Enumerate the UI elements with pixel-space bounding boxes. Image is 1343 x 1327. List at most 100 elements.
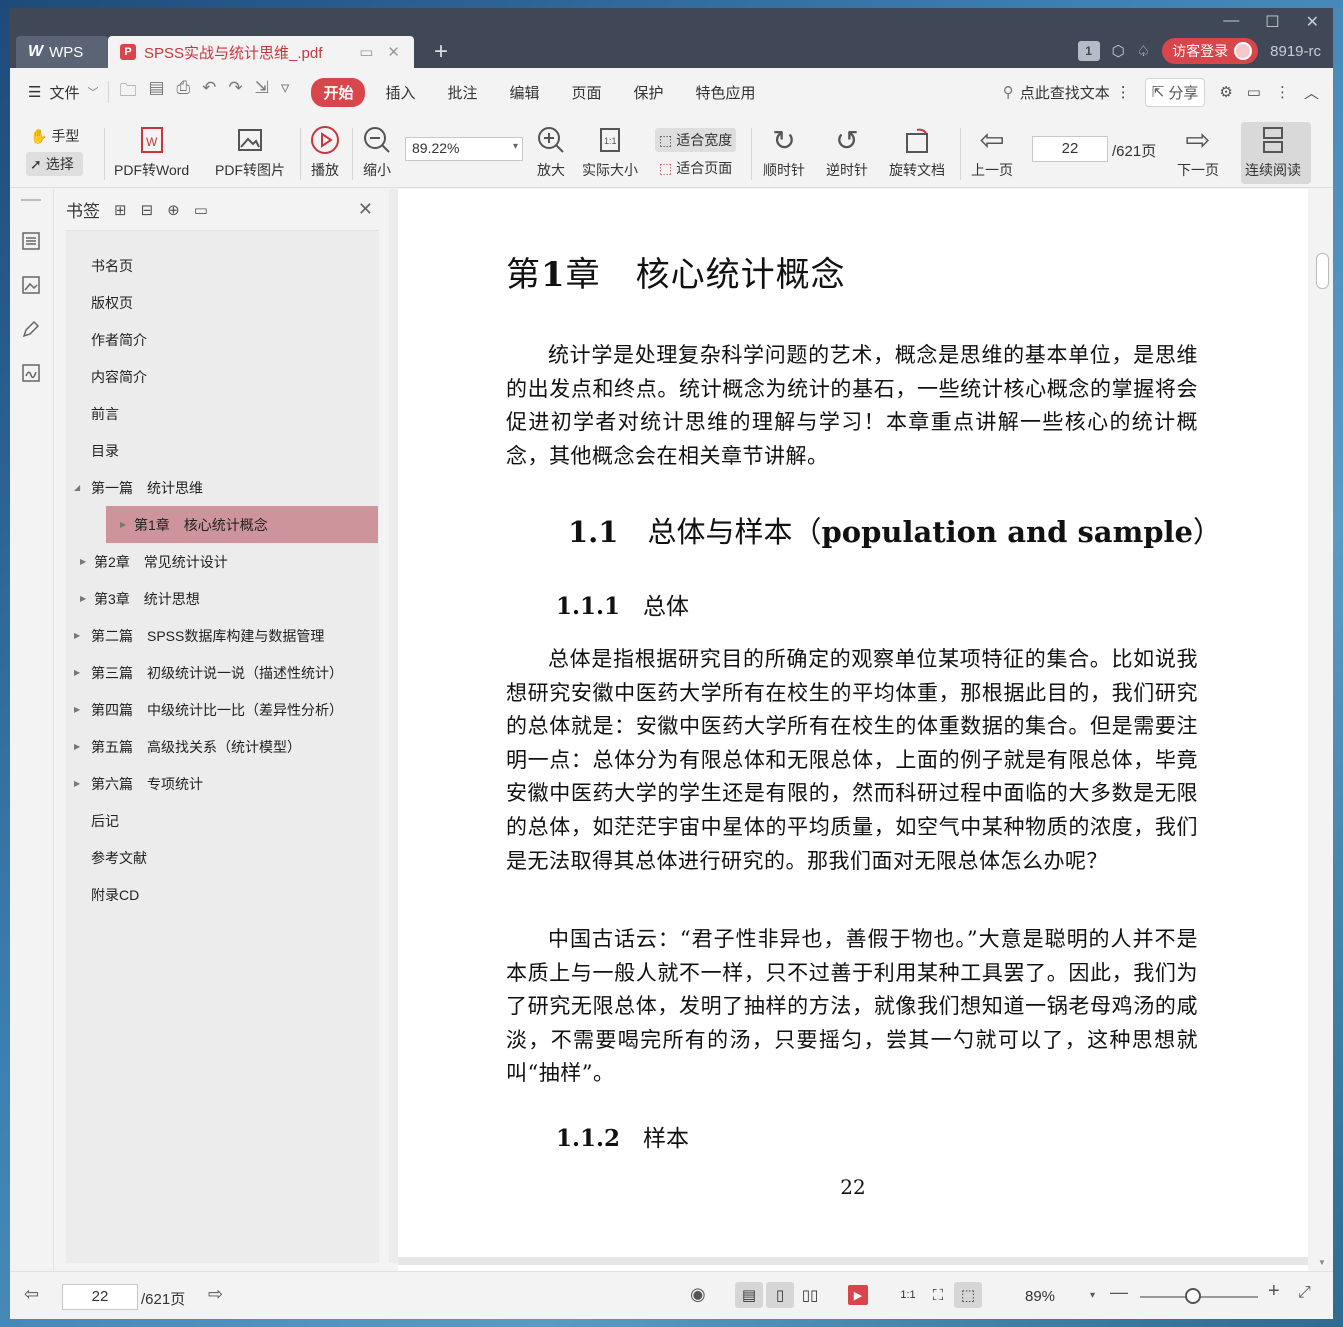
bookmark-item[interactable]: ◢ 第一篇 统计思维	[66, 469, 379, 506]
zoom-slider-knob[interactable]	[1185, 1288, 1202, 1304]
continuous-view-button[interactable]: ▤	[735, 1282, 763, 1308]
bookmark-item[interactable]: 版权页	[66, 284, 379, 321]
eye-protection-icon[interactable]: ◉	[690, 1284, 706, 1305]
close-window-icon[interactable]: ✕	[1306, 12, 1319, 32]
bookmark-item[interactable]: 作者简介	[66, 321, 379, 358]
bookmark-scrollbar[interactable]	[389, 189, 398, 1263]
zoom-out-button[interactable]: 缩小	[362, 124, 392, 180]
expand-all-icon[interactable]: ⊞	[114, 201, 127, 219]
maximize-icon[interactable]: ☐	[1265, 12, 1279, 32]
bookmark-item[interactable]: 后记	[66, 802, 379, 839]
single-page-button[interactable]: ▯	[766, 1282, 794, 1308]
zoom-in-button[interactable]: 放大	[536, 124, 566, 180]
file-menu[interactable]: ☰ 文件 ﹀	[28, 82, 98, 103]
close-tab-icon[interactable]: ✕	[387, 43, 400, 61]
bookmark-item[interactable]: ▶ 第六篇 专项统计	[66, 765, 379, 802]
fit-page-status-button[interactable]: ⛶	[924, 1282, 952, 1308]
gear-icon[interactable]: ⚙	[1219, 83, 1232, 101]
zoom-level-select[interactable]: 89.22% ▾	[405, 137, 523, 161]
undo-icon[interactable]: ↶	[202, 78, 216, 107]
play-slideshow-button[interactable]: ▶	[844, 1282, 872, 1308]
tab-protect[interactable]: 保护	[622, 78, 676, 107]
collapsed-arrow-icon[interactable]: ▶	[74, 779, 84, 788]
zoom-plus-icon[interactable]: +	[1268, 1280, 1280, 1303]
close-icon[interactable]: ✕	[358, 199, 373, 220]
status-page-input[interactable]: 22	[62, 1284, 138, 1310]
bookmark-panel-icon[interactable]	[21, 231, 41, 256]
bookmark-item[interactable]: ▶ 第二篇 SPSS数据库构建与数据管理	[66, 617, 379, 654]
bookmark-item[interactable]: 附录CD	[66, 876, 379, 913]
hand-tool-button[interactable]: ✋ 手型	[26, 124, 83, 148]
document-view[interactable]: 第1章 核心统计概念 统计学是处理复杂科学问题的艺术，概念是思维的基本单位，是思…	[398, 189, 1308, 1275]
bookmark-item[interactable]: ▶ 第1章 核心统计概念	[106, 506, 378, 543]
zoom-percentage[interactable]: 89%	[1025, 1288, 1055, 1305]
tab-page[interactable]: 页面	[560, 78, 614, 107]
collapsed-arrow-icon[interactable]: ▶	[120, 520, 130, 529]
export-icon[interactable]: ⇲	[255, 78, 269, 107]
add-bookmark-icon[interactable]: ⊕	[167, 201, 180, 219]
actual-size-button[interactable]: 1:1 实际大小	[582, 124, 638, 180]
bookmark-item[interactable]: 参考文献	[66, 839, 379, 876]
signature-panel-icon[interactable]	[21, 363, 41, 388]
prev-page-button[interactable]: ⇦ 上一页	[971, 124, 1013, 180]
find-text-search[interactable]: ⚲ 点此查找文本 ⋮	[1003, 82, 1131, 103]
bookmark-item[interactable]: ▶ 第三篇 初级统计说一说（描述性统计）	[66, 654, 379, 691]
thumbnail-panel-icon[interactable]	[21, 275, 41, 300]
scrollbar-thumb[interactable]	[1316, 253, 1329, 289]
collapsed-arrow-icon[interactable]: ▶	[80, 594, 90, 603]
bookmark-item[interactable]: 内容简介	[66, 358, 379, 395]
tab-document[interactable]: P SPSS实战与统计思维_.pdf ▭ ✕	[108, 36, 414, 68]
rotate-document-button[interactable]: 旋转文档	[889, 124, 945, 180]
comment-icon[interactable]: ▭	[1247, 83, 1261, 101]
actual-size-status-button[interactable]: 1:1	[894, 1282, 922, 1308]
document-scrollbar[interactable]: ▼	[1312, 189, 1333, 1271]
expanded-arrow-icon[interactable]: ◢	[74, 483, 84, 492]
tab-wps-home[interactable]: W WPS	[16, 36, 108, 68]
two-page-button[interactable]: ▯▯	[796, 1282, 824, 1308]
bookmark-item[interactable]: ▶ 第四篇 中级统计比一比（差异性分析）	[66, 691, 379, 728]
sync-icon[interactable]: ⬡	[1112, 42, 1125, 60]
collapsed-arrow-icon[interactable]: ▶	[74, 668, 84, 677]
guest-login-button[interactable]: 访客登录	[1162, 38, 1259, 64]
collapsed-arrow-icon[interactable]: ▶	[80, 557, 90, 566]
redo-icon[interactable]: ↷	[228, 78, 242, 107]
bookmark-item[interactable]: ▶ 第2章 常见统计设计	[66, 543, 379, 580]
pin-window-icon[interactable]: ▭	[359, 43, 373, 61]
tab-annotate[interactable]: 批注	[435, 78, 489, 107]
fullscreen-icon[interactable]: ⤢	[1298, 1284, 1311, 1302]
print-icon[interactable]: ⎙	[177, 78, 191, 107]
annotation-panel-icon[interactable]	[21, 319, 41, 344]
page-number-input[interactable]: 22	[1032, 136, 1108, 162]
open-folder-icon[interactable]: 🗀	[119, 78, 136, 107]
collapsed-arrow-icon[interactable]: ▶	[74, 742, 84, 751]
save-icon[interactable]: ▤	[148, 78, 164, 107]
collapsed-arrow-icon[interactable]: ▶	[74, 631, 84, 640]
bookmark-item[interactable]: 前言	[66, 395, 379, 432]
tab-insert[interactable]: 插入	[373, 78, 427, 107]
fit-width-button[interactable]: ⬚ 适合宽度	[655, 128, 737, 152]
bookmark-item[interactable]: 书名页	[66, 247, 379, 284]
collapsed-arrow-icon[interactable]: ▶	[74, 705, 84, 714]
pdf-to-word-button[interactable]: W PDF转Word	[114, 124, 189, 180]
bookmark-item[interactable]: ▶ 第五篇 高级找关系（统计模型）	[66, 728, 379, 765]
skin-icon[interactable]: ♤	[1137, 42, 1150, 60]
prev-page-icon[interactable]: ⇦	[24, 1284, 39, 1305]
bookmark-item[interactable]: ▶ 第3章 统计思想	[66, 580, 379, 617]
window-count-badge[interactable]: 1	[1077, 41, 1100, 61]
rotate-clockwise-button[interactable]: ↻ 顺时针	[763, 124, 805, 180]
pdf-to-image-button[interactable]: PDF转图片	[215, 124, 285, 180]
more-dropdown-icon[interactable]: ▿	[281, 78, 290, 107]
more-menu-icon[interactable]: ⋮	[1275, 83, 1290, 101]
collapse-all-icon[interactable]: ⊟	[141, 201, 154, 219]
zoom-dropdown-icon[interactable]: ▾	[1090, 1290, 1095, 1301]
tab-start[interactable]: 开始	[311, 77, 366, 107]
scroll-down-icon[interactable]: ▼	[1318, 1258, 1326, 1267]
next-page-icon[interactable]: ⇨	[208, 1284, 223, 1305]
bookmark-item[interactable]: 目录	[66, 432, 379, 469]
zoom-minus-icon[interactable]: —	[1110, 1282, 1128, 1303]
drag-handle[interactable]	[21, 199, 41, 201]
fit-width-status-button[interactable]: ⬚	[954, 1282, 982, 1308]
bookmark-options-icon[interactable]: ▭	[194, 201, 208, 219]
collapse-ribbon-icon[interactable]: ︿	[1304, 82, 1319, 103]
fit-page-button[interactable]: ⬚ 适合页面	[655, 156, 736, 180]
